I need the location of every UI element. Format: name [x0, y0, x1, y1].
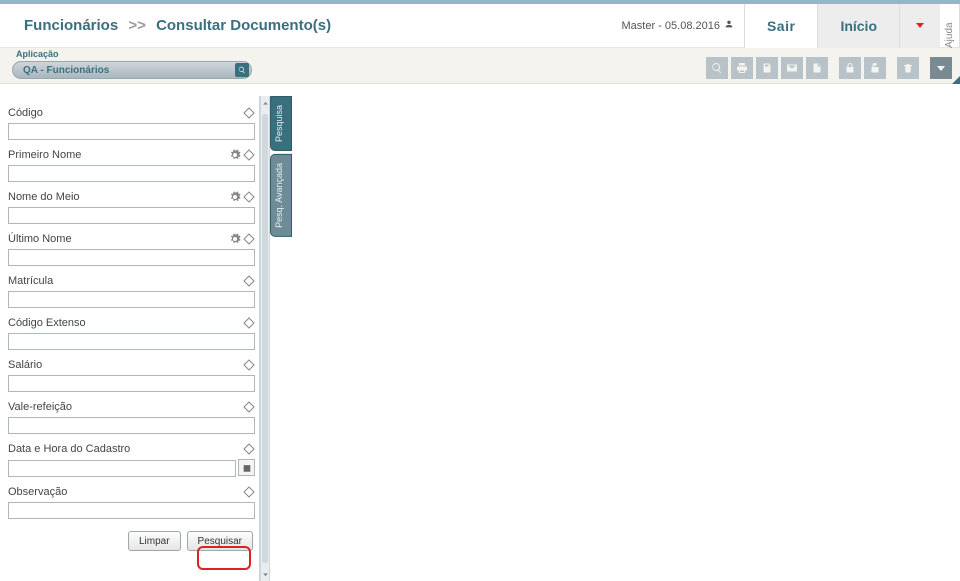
appbar-label: Aplicação: [16, 49, 252, 59]
field-input-vale-refeicao[interactable]: [8, 417, 255, 434]
field-input-ultimo-nome[interactable]: [8, 249, 255, 266]
field-label-data-cadastro: Data e Hora do Cadastro: [8, 443, 130, 455]
tool-more-dropdown[interactable]: [930, 57, 952, 79]
field-input-observacao[interactable]: [8, 502, 255, 519]
clear-icon[interactable]: [243, 107, 255, 119]
field-label-salario: Salário: [8, 359, 42, 371]
toolbar: [706, 57, 952, 79]
search-icon: [235, 63, 249, 77]
scroll-thumb[interactable]: [262, 114, 268, 563]
field-label-ultimo-nome: Último Nome: [8, 233, 72, 245]
user-info: Master - 05.08.2016: [622, 19, 734, 32]
clear-icon[interactable]: [243, 401, 255, 413]
scrollbar[interactable]: [260, 96, 270, 581]
field-input-codigo-extenso[interactable]: [8, 333, 255, 350]
gear-icon[interactable]: [229, 233, 241, 245]
user-icon: [724, 19, 734, 32]
field-label-observacao: Observação: [8, 486, 67, 498]
help-tab[interactable]: Ajuda: [940, 4, 960, 48]
application-selector[interactable]: QA - Funcionários: [12, 61, 252, 79]
tool-save-icon[interactable]: [756, 57, 778, 79]
clear-icon[interactable]: [243, 191, 255, 203]
gear-icon[interactable]: [229, 191, 241, 203]
scroll-up-icon[interactable]: [261, 96, 269, 110]
breadcrumb-module: Funcionários: [24, 17, 118, 34]
field-label-codigo: Código: [8, 107, 43, 119]
clear-icon[interactable]: [243, 233, 255, 245]
tool-unlock-icon[interactable]: [864, 57, 886, 79]
field-input-matricula[interactable]: [8, 291, 255, 308]
clear-icon[interactable]: [243, 149, 255, 161]
gear-icon[interactable]: [229, 149, 241, 161]
scroll-down-icon[interactable]: [261, 567, 269, 581]
tool-mail-icon[interactable]: [781, 57, 803, 79]
field-input-primeiro-nome[interactable]: [8, 165, 255, 182]
field-label-vale-refeicao: Vale-refeição: [8, 401, 72, 413]
clear-icon[interactable]: [243, 317, 255, 329]
clear-icon[interactable]: [243, 359, 255, 371]
clear-icon[interactable]: [243, 443, 255, 455]
search-button[interactable]: Pesquisar: [187, 531, 253, 551]
field-input-data-cadastro[interactable]: [8, 460, 236, 477]
field-label-nome-meio: Nome do Meio: [8, 191, 80, 203]
field-label-codigo-extenso: Código Extenso: [8, 317, 86, 329]
breadcrumb: Funcionários >> Consultar Documento(s): [24, 17, 622, 34]
calendar-icon[interactable]: [238, 459, 255, 476]
field-input-codigo[interactable]: [8, 123, 255, 140]
tab-pesquisa-avancada[interactable]: Pesq. Avançada: [270, 154, 292, 237]
home-button[interactable]: Início: [817, 4, 899, 48]
collapse-appbar-icon[interactable]: [952, 76, 960, 84]
logout-button[interactable]: Sair: [744, 4, 817, 48]
application-value: QA - Funcionários: [23, 65, 109, 76]
triangle-down-icon: [914, 18, 926, 34]
search-panel: Código Primeiro Nome: [0, 96, 260, 581]
field-input-nome-meio[interactable]: [8, 207, 255, 224]
header-dropdown-button[interactable]: [899, 4, 940, 48]
clear-icon[interactable]: [243, 275, 255, 287]
field-label-primeiro-nome: Primeiro Nome: [8, 149, 81, 161]
breadcrumb-sep: >>: [128, 17, 146, 34]
tab-pesquisa[interactable]: Pesquisa: [270, 96, 292, 151]
clear-button[interactable]: Limpar: [128, 531, 181, 551]
field-label-matricula: Matrícula: [8, 275, 53, 287]
tool-search-icon[interactable]: [706, 57, 728, 79]
tool-export-icon[interactable]: [806, 57, 828, 79]
tool-print-icon[interactable]: [731, 57, 753, 79]
breadcrumb-page: Consultar Documento(s): [156, 17, 331, 34]
field-input-salario[interactable]: [8, 375, 255, 392]
tool-delete-icon[interactable]: [897, 57, 919, 79]
clear-icon[interactable]: [243, 486, 255, 498]
user-text: Master - 05.08.2016: [622, 20, 720, 32]
tool-lock-icon[interactable]: [839, 57, 861, 79]
